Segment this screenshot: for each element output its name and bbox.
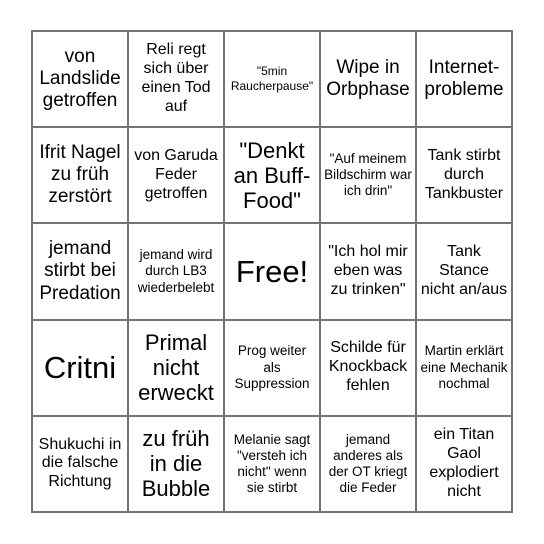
bingo-cell-label: zu früh in die Bubble xyxy=(141,426,211,502)
bingo-cell-label: Schilde für Knockback fehlen xyxy=(328,339,408,395)
bingo-cell-label: "Auf meinem Bildschirm war ich drin" xyxy=(324,151,412,199)
bingo-cell-label: Free! xyxy=(235,253,309,289)
bingo-cell-label: Internet-probleme xyxy=(424,57,504,101)
bingo-cell-label: ein Titan Gaol explodiert nicht xyxy=(429,426,499,500)
bingo-cell-label: von Landslide getroffen xyxy=(39,46,121,112)
bingo-cell-label: Critni xyxy=(43,349,117,385)
bingo-cell-label: von Garuda Feder getroffen xyxy=(134,146,218,202)
bingo-cell[interactable]: jemand anderes als der OT kriegt die Fed… xyxy=(321,416,417,513)
bingo-cell-label: Primal nicht erweckt xyxy=(138,330,214,406)
bingo-cell[interactable]: Ifrit Nagel zu früh zerstört xyxy=(33,128,129,225)
bingo-cell-label: "5min Raucherpause" xyxy=(230,64,314,94)
bingo-cell-label: Melanie sagt "versteh ich nicht" wenn si… xyxy=(233,431,311,496)
bingo-cell[interactable]: von Garuda Feder getroffen xyxy=(129,128,225,225)
bingo-cell[interactable]: Reli regt sich über einen Tod auf xyxy=(129,32,225,129)
bingo-cell[interactable]: Martin erklärt eine Mechanik nochmal xyxy=(417,320,513,417)
bingo-cell[interactable]: jemand stirbt bei Predation xyxy=(33,224,129,321)
bingo-cell-label: Tank stirbt durch Tankbuster xyxy=(424,146,504,202)
bingo-cell-label: Reli regt sich über einen Tod auf xyxy=(141,41,211,115)
bingo-cell-label: Martin erklärt eine Mechanik nochmal xyxy=(420,343,508,391)
bingo-cell-label: Ifrit Nagel zu früh zerstört xyxy=(39,142,121,208)
bingo-cell[interactable]: "5min Raucherpause" xyxy=(225,32,321,129)
bingo-cell[interactable]: "Denkt an Buff-Food" xyxy=(225,128,321,225)
bingo-cell[interactable]: Melanie sagt "versteh ich nicht" wenn si… xyxy=(225,416,321,513)
bingo-cell-label: "Ich hol mir eben was zu trinken" xyxy=(328,243,408,298)
bingo-cell-label: jemand stirbt bei Predation xyxy=(39,238,121,304)
bingo-cell[interactable]: "Ich hol mir eben was zu trinken" xyxy=(321,224,417,321)
bingo-cell-label: Shukuchi in die falsche Richtung xyxy=(38,435,122,491)
bingo-cell[interactable]: Shukuchi in die falsche Richtung xyxy=(33,416,129,513)
bingo-cell[interactable]: Schilde für Knockback fehlen xyxy=(321,320,417,417)
bingo-cell[interactable]: Critni xyxy=(33,320,129,417)
bingo-cell[interactable]: von Landslide getroffen xyxy=(33,32,129,129)
bingo-cell[interactable]: ein Titan Gaol explodiert nicht xyxy=(417,416,513,513)
bingo-cell[interactable]: Wipe in Orbphase xyxy=(321,32,417,129)
bingo-cell[interactable]: Prog weiter als Suppression xyxy=(225,320,321,417)
bingo-cell[interactable]: jemand wird durch LB3 wiederbelebt xyxy=(129,224,225,321)
bingo-cell-label: "Denkt an Buff-Food" xyxy=(233,137,311,213)
bingo-cell-label: jemand wird durch LB3 wiederbelebt xyxy=(137,247,215,295)
bingo-cell[interactable]: Primal nicht erweckt xyxy=(129,320,225,417)
bingo-cell-free-space[interactable]: Free! xyxy=(225,224,321,321)
bingo-card-grid: von Landslide getroffen Reli regt sich üb… xyxy=(31,30,513,513)
bingo-cell[interactable]: "Auf meinem Bildschirm war ich drin" xyxy=(321,128,417,225)
bingo-cell-label: jemand anderes als der OT kriegt die Fed… xyxy=(328,431,408,496)
bingo-cell[interactable]: Tank stirbt durch Tankbuster xyxy=(417,128,513,225)
bingo-cell-label: Tank Stance nicht an/aus xyxy=(420,243,508,298)
bingo-cell[interactable]: Tank Stance nicht an/aus xyxy=(417,224,513,321)
bingo-cell[interactable]: zu früh in die Bubble xyxy=(129,416,225,513)
bingo-cell[interactable]: Internet-probleme xyxy=(417,32,513,129)
bingo-cell-label: Wipe in Orbphase xyxy=(326,57,410,101)
bingo-cell-label: Prog weiter als Suppression xyxy=(234,343,310,391)
